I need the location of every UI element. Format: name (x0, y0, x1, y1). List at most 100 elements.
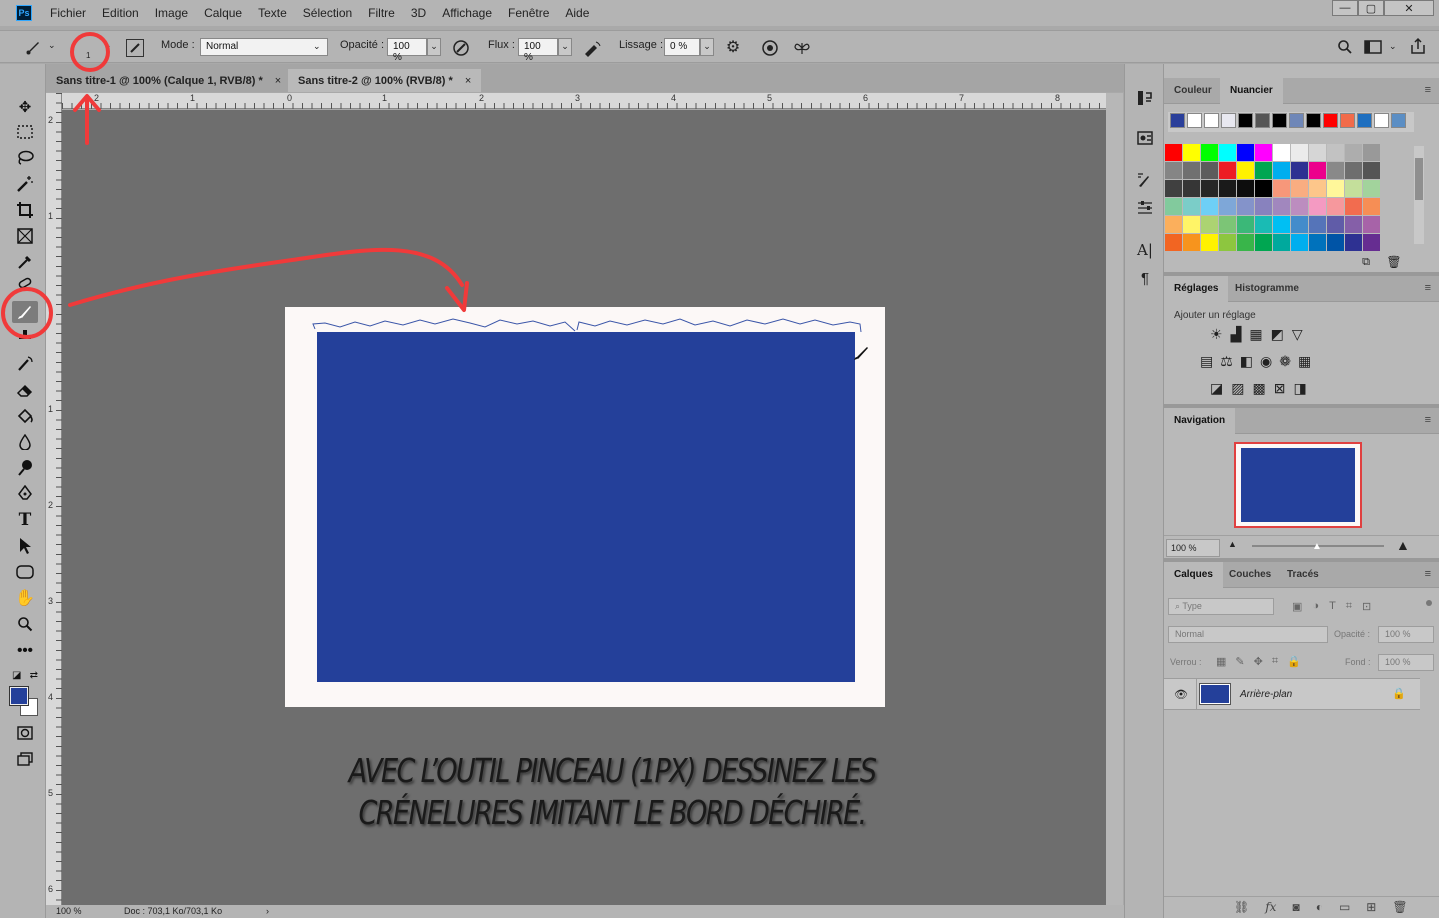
swatch-scroll-thumb[interactable] (1415, 158, 1423, 200)
swatch[interactable] (1291, 198, 1308, 215)
status-zoom[interactable]: 100 % (56, 906, 82, 916)
properties-icon[interactable] (1135, 128, 1155, 148)
blend-mode-select[interactable]: Normal (1168, 626, 1328, 643)
layer-filter-field[interactable]: ⌕ Type (1168, 598, 1274, 615)
workspace-icon[interactable] (1364, 39, 1382, 55)
swatch[interactable] (1183, 162, 1200, 179)
swatch[interactable] (1363, 180, 1380, 197)
swatch[interactable] (1255, 180, 1272, 197)
recent-swatch[interactable] (1374, 113, 1389, 128)
marquee-tool-icon[interactable] (12, 121, 38, 143)
menu-window[interactable]: Fenêtre (508, 6, 549, 20)
swatch[interactable] (1291, 234, 1308, 251)
swatch[interactable] (1363, 162, 1380, 179)
swatch[interactable] (1327, 216, 1344, 233)
swatch[interactable] (1237, 180, 1254, 197)
swap-colors-icon[interactable]: ◪ ⇄ (12, 667, 38, 683)
menu-edit[interactable]: Edition (102, 6, 139, 20)
swatch[interactable] (1363, 234, 1380, 251)
swatch[interactable] (1327, 198, 1344, 215)
pressure-opacity-icon[interactable] (452, 39, 470, 57)
swatch[interactable] (1237, 198, 1254, 215)
menu-view[interactable]: Affichage (442, 6, 492, 20)
tab-color[interactable]: Couleur (1164, 78, 1222, 104)
swatch[interactable] (1219, 198, 1236, 215)
eyedropper-tool-icon[interactable] (12, 251, 38, 273)
swatch[interactable] (1273, 180, 1290, 197)
move-tool-icon[interactable]: ✥ (12, 96, 38, 118)
curves-icon[interactable]: ▦ (1249, 326, 1262, 343)
history-icon[interactable] (1135, 88, 1155, 108)
color-balance-icon[interactable]: ⚖ (1220, 353, 1233, 370)
panel-menu-icon[interactable]: ≡ (1425, 568, 1431, 580)
brush-settings-panel-icon[interactable] (1135, 170, 1155, 190)
new-layer-icon[interactable]: ⊞ (1366, 900, 1376, 918)
swatch[interactable] (1201, 144, 1218, 161)
vertical-scrollbar[interactable] (1106, 93, 1123, 905)
tab-document-1[interactable]: Sans titre-1 @ 100% (Calque 1, RVB/8) * × (46, 69, 291, 92)
new-group-icon[interactable]: ▭ (1339, 900, 1350, 918)
recent-swatch[interactable] (1272, 113, 1287, 128)
magic-wand-tool-icon[interactable] (12, 173, 38, 195)
smoothing-input[interactable]: 0 % (664, 38, 700, 56)
more-tools-icon[interactable]: ••• (12, 639, 38, 661)
swatch[interactable] (1201, 198, 1218, 215)
swatch[interactable] (1255, 216, 1272, 233)
navigator-zoom-input[interactable]: 100 % (1166, 539, 1220, 557)
swatch-scrollbar[interactable] (1414, 146, 1424, 244)
recent-swatch[interactable] (1238, 113, 1253, 128)
swatch[interactable] (1219, 216, 1236, 233)
character-panel-icon[interactable]: A| (1135, 240, 1155, 260)
swatch[interactable] (1165, 180, 1182, 197)
swatch[interactable] (1309, 216, 1326, 233)
trash-icon[interactable]: 🗑 (1386, 255, 1401, 269)
levels-icon[interactable]: ▟ (1231, 326, 1242, 343)
eraser-tool-icon[interactable] (12, 379, 38, 401)
smart-object-filter-icon[interactable]: ⊡ (1362, 600, 1371, 613)
swatch[interactable] (1183, 180, 1200, 197)
chevron-down-icon[interactable]: ⌄ (48, 40, 56, 51)
swatch[interactable] (1363, 216, 1380, 233)
swatch[interactable] (1237, 162, 1254, 179)
layer-name[interactable]: Arrière-plan (1240, 689, 1292, 700)
swatch[interactable] (1237, 234, 1254, 251)
canvas-area[interactable]: AVEC L’OUTIL PINCEAU (1PX) DESSINEZ LES … (62, 110, 1106, 905)
swatch[interactable] (1201, 162, 1218, 179)
quick-mask-icon[interactable] (12, 722, 38, 744)
recent-swatch[interactable] (1221, 113, 1236, 128)
swatch[interactable] (1183, 234, 1200, 251)
swatch[interactable] (1291, 180, 1308, 197)
invert-icon[interactable]: ◪ (1210, 380, 1223, 397)
recent-swatch[interactable] (1187, 113, 1202, 128)
swatch[interactable] (1309, 144, 1326, 161)
tab-layers[interactable]: Calques (1164, 562, 1223, 588)
airbrush-icon[interactable] (582, 39, 602, 57)
new-adjustment-icon[interactable]: ◐ (1316, 900, 1323, 918)
paragraph-panel-icon[interactable]: ¶ (1135, 268, 1155, 288)
swatch[interactable] (1345, 234, 1362, 251)
crop-tool-icon[interactable] (12, 199, 38, 221)
frame-tool-icon[interactable] (12, 225, 38, 247)
swatch[interactable] (1327, 162, 1344, 179)
swatch[interactable] (1201, 216, 1218, 233)
swatch[interactable] (1201, 234, 1218, 251)
menu-filter[interactable]: Filtre (368, 6, 395, 20)
stamp-tool-icon[interactable] (12, 327, 38, 343)
brush-size-value[interactable]: 1 (86, 51, 90, 60)
channel-mixer-icon[interactable]: ❁ (1279, 353, 1291, 370)
swatch[interactable] (1255, 144, 1272, 161)
recent-swatch[interactable] (1323, 113, 1338, 128)
healing-brush-tool-icon[interactable] (12, 275, 38, 291)
selective-color-icon[interactable]: ⊠ (1274, 380, 1286, 397)
tab-histogram[interactable]: Histogramme (1225, 276, 1309, 302)
swatch[interactable] (1309, 198, 1326, 215)
default-colors-icon[interactable]: ◪ (12, 670, 21, 681)
recent-swatch[interactable] (1170, 113, 1185, 128)
pressure-size-icon[interactable] (761, 39, 779, 57)
swatch[interactable] (1255, 198, 1272, 215)
panel-menu-icon[interactable]: ≡ (1425, 84, 1431, 96)
zoom-slider-thumb[interactable]: ▲ (1312, 541, 1322, 552)
swatch[interactable] (1309, 234, 1326, 251)
blur-tool-icon[interactable] (12, 431, 38, 453)
swatch[interactable] (1255, 234, 1272, 251)
